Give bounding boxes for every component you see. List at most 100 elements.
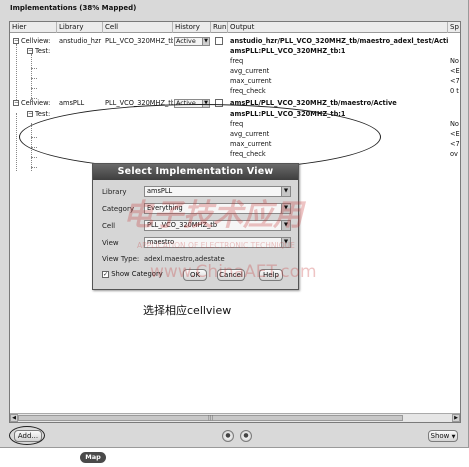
row-spec: <E (450, 67, 460, 75)
scrollbar-thumb[interactable]: ||| (18, 415, 403, 421)
chevron-down-icon: ▼ (202, 38, 209, 45)
row-spec: 0 t (450, 87, 459, 95)
minus-box-icon[interactable]: − (13, 38, 19, 44)
category-label: Category (102, 205, 134, 213)
col-hier[interactable]: Hier (10, 22, 57, 33)
category-select[interactable]: Everything ▼ (144, 203, 291, 214)
circle-icon[interactable]: ● (222, 430, 234, 442)
chevron-right-icon[interactable]: ▶ (452, 414, 460, 422)
row-output: amsPLL/PLL_VCO_320MHZ_tb/maestro/Active (230, 99, 397, 107)
col-spec[interactable]: Sp (448, 22, 460, 33)
table-row[interactable]: freq_check 0 t (10, 86, 460, 96)
chevron-down-icon: ▼ (281, 221, 290, 230)
cell-value: PLL_VCO_320MHZ_tb (147, 221, 218, 229)
table-row[interactable]: avg_current <E (10, 129, 460, 139)
row-output: freq_check (230, 87, 266, 95)
row-output: max_current (230, 140, 272, 148)
row-cell: PLL_VCO_320MHZ_tb (105, 99, 173, 107)
cancel-button[interactable]: Cancel (217, 269, 245, 281)
chevron-down-icon: ▼ (281, 187, 290, 196)
table-row[interactable]: − Cellview: amsPLL PLL_VCO_320MHZ_tb Acti… (10, 98, 460, 108)
row-output: avg_current (230, 67, 270, 75)
map-button[interactable]: Map (80, 452, 106, 463)
library-label: Library (102, 188, 127, 196)
tree-branch (31, 167, 37, 168)
dialog-title: Select Implementation View (93, 164, 298, 180)
category-value: Everything (147, 204, 183, 212)
table-header: Hier Library Cell History Run Output Sp (10, 22, 460, 33)
ok-button[interactable]: OK (183, 269, 207, 281)
minus-box-icon[interactable]: − (27, 48, 33, 54)
checkbox-icon[interactable]: ✓ (102, 270, 109, 278)
chevron-down-icon: ▼ (202, 100, 209, 107)
table-row[interactable]: freq No (10, 119, 460, 129)
view-label: View (102, 239, 119, 247)
show-button[interactable]: Show ▼ (428, 430, 458, 442)
row-output: freq_check (230, 150, 266, 158)
cell-label: Cell (102, 222, 116, 230)
col-cell[interactable]: Cell (103, 22, 173, 33)
row-output: anstudio_hzr/PLL_VCO_320MHZ_tb/maestro_a… (230, 37, 448, 45)
select-implementation-dialog: Select Implementation View Library amsPL… (92, 163, 299, 290)
chevron-left-icon[interactable]: ◀ (10, 414, 18, 422)
history-value: Active (176, 37, 196, 45)
row-spec: <7 (450, 77, 460, 85)
viewtype-label: View Type: (102, 255, 140, 263)
table-row[interactable]: avg_current <E (10, 66, 460, 76)
circle-icon[interactable]: ● (240, 430, 252, 442)
history-value: Active (176, 99, 196, 107)
view-select[interactable]: maestro ▼ (144, 237, 291, 248)
cell-select[interactable]: PLL_VCO_320MHZ_tb ▼ (144, 220, 291, 231)
row-spec: <7 (450, 140, 460, 148)
history-select[interactable]: Active ▼ (174, 99, 210, 108)
row-output: max_current (230, 77, 272, 85)
table-row[interactable]: − Test: amsPLL:PLL_VCO_320MHZ_tb:1 (10, 46, 460, 56)
library-value: amsPLL (147, 187, 173, 195)
chevron-down-icon: ▼ (451, 434, 456, 440)
col-library[interactable]: Library (57, 22, 103, 33)
row-library: amsPLL (59, 99, 85, 107)
chevron-down-icon: ▼ (281, 238, 290, 247)
panel-title: Implementations (38% Mapped) (10, 4, 137, 12)
col-history[interactable]: History (173, 22, 211, 33)
table-row[interactable]: freq_check ov (10, 149, 460, 159)
row-label: Cellview: (21, 99, 51, 107)
caption: 选择相应cellview (143, 304, 232, 317)
show-label: Show (430, 432, 450, 440)
col-run[interactable]: Run (211, 22, 228, 33)
row-spec: No (450, 120, 459, 128)
table-row[interactable]: max_current <7 (10, 139, 460, 149)
minus-box-icon[interactable]: − (27, 111, 33, 117)
row-library: anstudio_hzr (59, 37, 102, 45)
run-checkbox[interactable] (215, 99, 223, 107)
row-output: amsPLL:PLL_VCO_320MHZ_tb:1 (230, 47, 346, 55)
horizontal-scrollbar[interactable]: ◀ ||| ▶ (10, 413, 460, 422)
row-label: Test: (35, 110, 51, 118)
row-cell: PLL_VCO_320MHZ_tb (105, 37, 173, 45)
row-output: amsPLL:PLL_VCO_320MHZ_tb:1 (230, 110, 346, 118)
col-output[interactable]: Output (228, 22, 448, 33)
row-output: freq (230, 57, 244, 65)
show-category-label: Show Category (111, 270, 163, 278)
table-row[interactable]: − Test: amsPLL:PLL_VCO_320MHZ_tb:1 (10, 109, 460, 119)
chevron-down-icon: ▼ (281, 204, 290, 213)
library-select[interactable]: amsPLL ▼ (144, 186, 291, 197)
minus-box-icon[interactable]: − (13, 100, 19, 106)
history-select[interactable]: Active ▼ (174, 37, 210, 46)
table-row[interactable]: freq No (10, 56, 460, 66)
table-row[interactable]: − Cellview: anstudio_hzr PLL_VCO_320MHZ_t… (10, 36, 460, 46)
add-button[interactable]: Add... (14, 430, 42, 442)
row-label: Test: (35, 47, 51, 55)
run-checkbox[interactable] (215, 37, 223, 45)
row-output: freq (230, 120, 244, 128)
view-value: maestro (147, 238, 175, 246)
viewtype-value: adexl.maestro,adestate (144, 255, 225, 263)
row-spec: No (450, 57, 459, 65)
row-spec: ov (450, 150, 458, 158)
table-row[interactable]: max_current <7 (10, 76, 460, 86)
help-button[interactable]: Help (259, 269, 283, 281)
row-label: Cellview: (21, 37, 51, 45)
show-category-toggle[interactable]: ✓ Show Category (102, 270, 163, 281)
row-spec: <E (450, 130, 460, 138)
row-output: avg_current (230, 130, 270, 138)
